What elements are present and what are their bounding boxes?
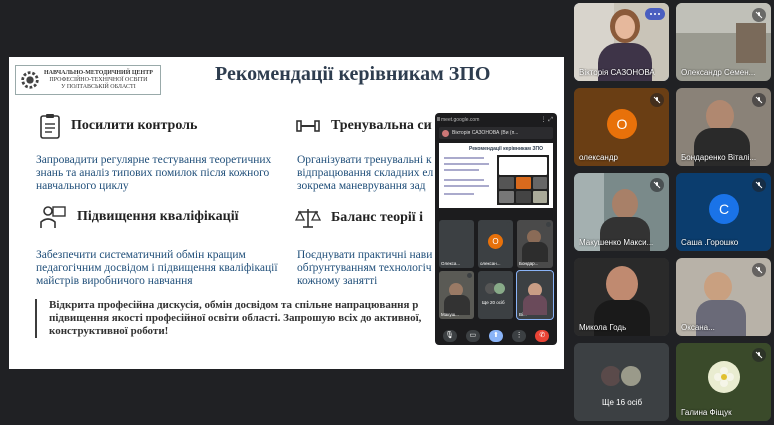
muted-mic-icon xyxy=(650,178,664,192)
participant-tile-sazonova[interactable]: Вікторія САЗОНОВА xyxy=(574,3,669,81)
participant-name: олександр xyxy=(579,153,618,162)
muted-mic-icon xyxy=(752,8,766,22)
participant-tile[interactable]: О олександр xyxy=(574,88,669,166)
phone-tile-name: Бондар... xyxy=(519,261,539,266)
presenter-label: Вікторія САЗОНОВА (Ви (п... xyxy=(452,130,519,136)
section-heading-qualification: Підвищення кваліфікації xyxy=(39,204,239,230)
phone-tile-name: Макуш... xyxy=(441,312,459,317)
closing-quote: Відкрита професійна дискусія, обмін досв… xyxy=(35,299,455,338)
phone-tile[interactable]: Бондар... xyxy=(517,220,553,268)
more-options-icon[interactable] xyxy=(645,8,665,20)
phone-tile-more[interactable]: Ще 20 осіб xyxy=(478,271,513,319)
camera-button[interactable]: ▭ xyxy=(465,329,480,342)
phone-more-label: Ще 20 осіб xyxy=(482,300,505,305)
phone-call-controls: 🎙 ▭ ⬆ ⋮ ✆ xyxy=(435,326,557,345)
present-button[interactable]: ⬆ xyxy=(488,329,503,342)
phone-tile[interactable]: Олекса... xyxy=(439,220,474,268)
section-text: Організувати тренувальні к відпрацювання… xyxy=(297,154,434,192)
muted-mic-icon xyxy=(752,348,766,362)
muted-mic-icon xyxy=(752,178,766,192)
participant-name: Макушенко Макси... xyxy=(579,238,654,247)
teacher-icon xyxy=(40,206,66,228)
participant-name: Галина Фіщук xyxy=(681,408,732,417)
logo-line2: ПРОФЕСІЙНО-ТЕХНІЧНОЇ ОСВІТИ xyxy=(49,76,148,83)
section-text: Поєднувати практичні нави обґрунтуванням… xyxy=(297,249,433,287)
phone-tile-name: Ві... xyxy=(519,312,527,317)
phone-screen-overlay: meet.google.com ⋮ ⤢ Вікторія САЗОНОВА (В… xyxy=(435,113,557,345)
phone-url: meet.google.com xyxy=(441,117,480,123)
section-heading-training: Тренувальна си xyxy=(295,116,432,136)
participant-tile[interactable]: С Саша .Горошко xyxy=(676,173,771,251)
participant-name: Саша .Горошко xyxy=(681,238,739,247)
section-heading-control: Посилити контроль xyxy=(39,113,197,139)
gear-logo-icon xyxy=(21,71,39,89)
phone-tile-name: Олекса... xyxy=(441,261,461,266)
participant-name: Олександр Семен... xyxy=(681,68,756,77)
clipboard-icon xyxy=(40,114,60,139)
participant-tile[interactable]: Галина Фіщук xyxy=(676,343,771,421)
logo-line1: НАВЧАЛЬНО-МЕТОДИЧНИЙ ЦЕНТР xyxy=(44,69,153,76)
participant-avatar xyxy=(619,364,643,388)
participant-avatar: О xyxy=(607,109,637,139)
participant-name: Оксана... xyxy=(681,323,715,332)
section-heading-label: Посилити контроль xyxy=(71,118,198,133)
more-participants-tile[interactable]: Ще 16 осіб xyxy=(574,343,669,421)
section-text: Запровадити регулярне тестування теорети… xyxy=(36,154,272,192)
slide-title: Рекомендації керівникам ЗПО xyxy=(215,63,491,85)
section-heading-label: Підвищення кваліфікації xyxy=(77,209,239,224)
phone-avatar: О xyxy=(488,234,503,249)
mic-button[interactable]: 🎙 xyxy=(442,329,457,342)
participant-tile[interactable]: Микола Годь xyxy=(574,258,669,336)
muted-mic-icon xyxy=(467,222,472,227)
more-participants-label: Ще 16 осіб xyxy=(602,398,643,407)
muted-mic-icon xyxy=(467,273,472,278)
muted-mic-icon xyxy=(546,222,551,227)
flower-icon xyxy=(714,367,734,387)
section-text: Забезпечити систематичний обмін кращим п… xyxy=(36,249,278,287)
muted-mic-icon xyxy=(752,263,766,277)
more-options-button[interactable]: ⋮ xyxy=(512,329,527,342)
lock-icon xyxy=(437,117,440,121)
center-logo: НАВЧАЛЬНО-МЕТОДИЧНИЙ ЦЕНТР ПРОФЕСІЙНО-ТЕ… xyxy=(15,65,161,95)
section-heading-balance: Баланс теорії і xyxy=(295,207,423,229)
participant-avatar: С xyxy=(709,194,739,224)
section-heading-label: Тренувальна си xyxy=(331,118,432,133)
phone-tile[interactable]: О олексан... xyxy=(478,220,513,268)
phone-tile-name: олексан... xyxy=(480,261,501,266)
logo-line3: У ПОЛТАВСЬКІЙ ОБЛАСТІ xyxy=(61,83,136,90)
presenter-avatar xyxy=(442,129,449,137)
muted-mic-icon xyxy=(752,93,766,107)
flower-avatar xyxy=(708,361,740,393)
scales-icon xyxy=(295,209,321,228)
phone-tile[interactable]: Макуш... xyxy=(439,271,474,319)
muted-mic-icon xyxy=(650,93,664,107)
participant-name: Вікторія САЗОНОВА xyxy=(579,68,655,77)
participant-tile[interactable]: Олександр Семен... xyxy=(676,3,771,81)
dumbbell-icon xyxy=(296,120,320,132)
participant-tile[interactable]: Бондаренко Віталі... xyxy=(676,88,771,166)
participant-tile[interactable]: Оксана... xyxy=(676,258,771,336)
presenter-bar: Вікторія САЗОНОВА (Ви (п... xyxy=(439,127,553,139)
end-call-button[interactable]: ✆ xyxy=(535,329,550,342)
participant-name: Бондаренко Віталі... xyxy=(681,153,757,162)
section-heading-label: Баланс теорії і xyxy=(331,210,424,225)
mini-slide: Рекомендації керівникам ЗПО xyxy=(439,143,553,208)
browser-tools-icon: ⋮ ⤢ xyxy=(540,117,553,123)
mini-recursive-view xyxy=(497,155,549,205)
participant-name: Микола Годь xyxy=(579,323,627,332)
phone-tile-self[interactable]: Ві... xyxy=(516,270,554,320)
muted-mic-icon xyxy=(506,222,511,227)
mini-slide-title: Рекомендації керівникам ЗПО xyxy=(469,146,544,152)
participant-tile[interactable]: Макушенко Макси... xyxy=(574,173,669,251)
